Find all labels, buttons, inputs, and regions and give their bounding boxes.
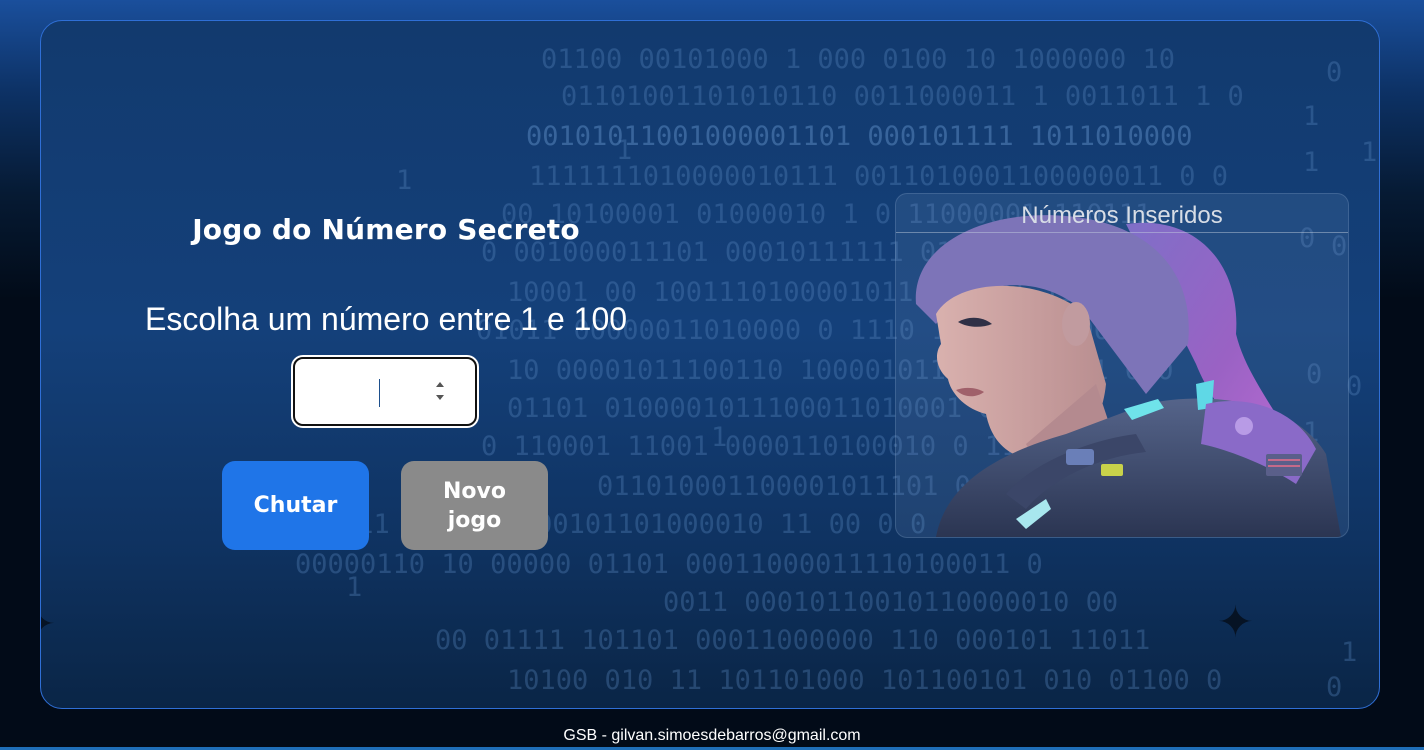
svg-text:00000110 10 00000 01101: 00000110 10 00000 01101 0001100001111010… xyxy=(295,549,1043,580)
new-game-button[interactable]: Novo jogo xyxy=(401,461,548,550)
text-caret xyxy=(379,379,380,407)
svg-text:1: 1 xyxy=(1303,101,1319,132)
svg-text:1: 1 xyxy=(711,422,727,453)
inserted-numbers-title: Números Inseridos xyxy=(1021,202,1223,229)
svg-text:1: 1 xyxy=(1303,147,1319,178)
footer-credit: GSB - gilvan.simoesdebarros@gmail.com xyxy=(563,727,861,744)
svg-text:0011 00010110010110000010 00: 0011 00010110010110000010 00 xyxy=(663,587,1118,618)
sparkle-icon: ✦ xyxy=(41,603,56,647)
svg-text:1: 1 xyxy=(396,165,412,196)
svg-text:1: 1 xyxy=(346,572,362,603)
number-spinner-icon[interactable] xyxy=(436,379,446,405)
svg-text:1: 1 xyxy=(1341,637,1357,668)
game-container: 01100 00101000 1 000 0100 10 1000000 10 … xyxy=(40,20,1380,709)
svg-text:00 01111 101101 00011000000: 00 01111 101101 00011000000 110 000101 1… xyxy=(435,625,1150,656)
spinner-down-arrow-icon[interactable] xyxy=(436,395,444,400)
astronaut-girl-illustration xyxy=(915,215,1341,537)
guess-number-input[interactable] xyxy=(291,355,479,428)
svg-text:01101001101010110 0011000011: 01101001101010110 0011000011 1 0011011 1… xyxy=(561,81,1244,112)
svg-text:1: 1 xyxy=(616,135,632,166)
guess-button[interactable]: Chutar xyxy=(222,461,369,550)
svg-text:0: 0 xyxy=(1326,672,1342,703)
instruction-text: Escolha um número entre 1 e 100 xyxy=(144,301,628,337)
sparkle-icon: ✦ xyxy=(1217,597,1254,648)
svg-text:0: 0 xyxy=(1326,57,1342,88)
svg-text:1: 1 xyxy=(1361,137,1377,168)
page-title: Jogo do Número Secreto xyxy=(192,213,580,246)
svg-text:10100 010 11 101101000 1011001: 10100 010 11 101101000 101100101 010 011… xyxy=(507,665,1222,696)
inserted-numbers-panel: Números Inseridos xyxy=(895,193,1349,538)
panel-divider xyxy=(896,232,1348,233)
svg-text:00101011001000001101 000101111: 00101011001000001101 000101111 101101000… xyxy=(526,121,1192,152)
svg-text:01100 00101000 1 000 0100 10: 01100 00101000 1 000 0100 10 1000000 10 xyxy=(541,44,1175,75)
svg-text:1111111010000010111 0011010001: 1111111010000010111 0011010001100000011 … xyxy=(529,161,1228,192)
spinner-up-arrow-icon[interactable] xyxy=(436,382,444,387)
